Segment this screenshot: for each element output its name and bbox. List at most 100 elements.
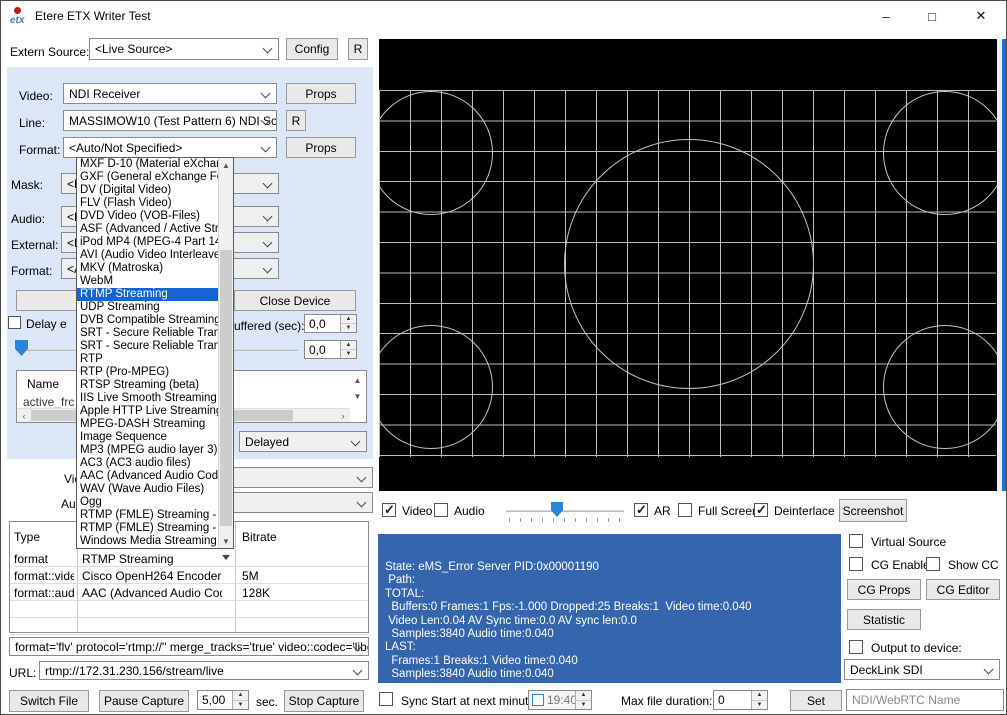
- refresh-extern-button[interactable]: R: [348, 38, 368, 60]
- cell-dropdown-icon[interactable]: [222, 555, 230, 560]
- output-to-device-checkbox[interactable]: [849, 640, 863, 654]
- config-button[interactable]: Config: [286, 38, 338, 60]
- scroll-left-icon[interactable]: ‹: [17, 409, 31, 422]
- dropdown-item[interactable]: MKV (Matroska): [77, 262, 218, 275]
- table-cell[interactable]: AAC (Advanced Audio Coding): [82, 586, 222, 600]
- volume-slider-thumb[interactable]: [551, 502, 563, 517]
- scroll-up-icon[interactable]: ▲: [219, 158, 233, 172]
- table-row[interactable]: format::audio AAC (Advanced Audio Coding)…: [10, 584, 368, 601]
- spin-up-icon[interactable]: ▲: [341, 341, 356, 350]
- pause-capture-button[interactable]: Pause Capture: [99, 690, 189, 712]
- scroll-right-icon[interactable]: ›: [336, 409, 350, 422]
- spinner-buttons[interactable]: ▲▼: [340, 315, 356, 332]
- dropdown-item[interactable]: MXF D-10 (Material eXchang: [77, 158, 218, 171]
- dropdown-item[interactable]: AAC (Advanced Audio Code: [77, 470, 218, 483]
- cg-enabled-checkbox[interactable]: [849, 557, 863, 571]
- table-row-empty[interactable]: [10, 618, 368, 635]
- spin-down-icon[interactable]: ▼: [341, 350, 356, 358]
- dropdown-item[interactable]: Ogg: [77, 496, 218, 509]
- format-string-select[interactable]: format='flv' protocol='rtmp://'' merge_t…: [9, 637, 369, 656]
- ar-checkbox[interactable]: [634, 503, 648, 517]
- dropdown-item[interactable]: RTP (Pro-MPEG): [77, 366, 218, 379]
- dropdown-item[interactable]: FLV (Flash Video): [77, 197, 218, 210]
- refresh-line-button[interactable]: R: [286, 110, 306, 131]
- dropdown-item[interactable]: MPEG-DASH Streaming: [77, 418, 218, 431]
- table-row[interactable]: format::video Cisco OpenH264 Encoder 5M: [10, 567, 368, 584]
- table-cell[interactable]: RTMP Streaming: [82, 552, 222, 566]
- dropdown-item[interactable]: RTP: [77, 353, 218, 366]
- dropdown-item[interactable]: iPod MP4 (MPEG-4 Part 14): [77, 236, 218, 249]
- table-cell[interactable]: format::video: [14, 569, 74, 583]
- video-checkbox[interactable]: [382, 503, 396, 517]
- video-source-select[interactable]: NDI Receiver: [63, 83, 277, 104]
- delayed-mode-select[interactable]: Delayed: [239, 431, 367, 452]
- line-select[interactable]: MASSIMOW10 (Test Pattern 6) NDI Sou: [63, 110, 277, 131]
- format-select[interactable]: <Auto/Not Specified>: [63, 137, 277, 158]
- spin-up-icon[interactable]: ▲: [752, 691, 767, 701]
- spinner-buttons[interactable]: ▲▼: [751, 691, 767, 709]
- minimize-button[interactable]: –: [863, 1, 909, 31]
- dropdown-item[interactable]: DV (Digital Video): [77, 184, 218, 197]
- dropdown-item[interactable]: UDP Streaming: [77, 301, 218, 314]
- audio-checkbox[interactable]: [434, 503, 448, 517]
- scroll-down-icon[interactable]: ▼: [219, 534, 233, 548]
- table-cell[interactable]: Cisco OpenH264 Encoder: [82, 569, 222, 583]
- spinner-buttons[interactable]: ▲▼: [232, 691, 248, 709]
- delay-checkbox[interactable]: [8, 316, 21, 329]
- show-cc-checkbox[interactable]: [926, 557, 940, 571]
- table-row[interactable]: format RTMP Streaming: [10, 550, 368, 567]
- close-button[interactable]: ✕: [955, 1, 1007, 31]
- table-cell[interactable]: 5M: [242, 569, 302, 583]
- time-checkbox[interactable]: [532, 694, 544, 706]
- dropdown-item[interactable]: SRT - Secure Reliable Trans: [77, 327, 218, 340]
- dropdown-item[interactable]: Windows Media Streaming: [77, 535, 218, 548]
- name-list-row[interactable]: active_frc: [23, 395, 74, 409]
- spinner-buttons[interactable]: ▲▼: [340, 341, 356, 358]
- dropdown-item[interactable]: AVI (Audio Video Interleaved: [77, 249, 218, 262]
- switch-file-button[interactable]: Switch File: [9, 690, 89, 712]
- set-button[interactable]: Set: [790, 690, 842, 711]
- virtual-source-checkbox[interactable]: [849, 534, 863, 548]
- max-duration-spinner[interactable]: 0 ▲▼: [713, 690, 768, 710]
- dropdown-item[interactable]: RTMP Streaming: [77, 288, 218, 301]
- scroll-down-icon[interactable]: ▼: [350, 389, 365, 404]
- screenshot-button[interactable]: Screenshot: [839, 499, 907, 522]
- dropdown-item[interactable]: WebM: [77, 275, 218, 288]
- sync-start-checkbox[interactable]: [379, 692, 393, 706]
- dropdown-item[interactable]: IIS Live Smooth Streaming: [77, 392, 218, 405]
- spin-up-icon[interactable]: ▲: [233, 691, 248, 701]
- buffered-spinner-2[interactable]: 0,0 ▲▼: [304, 340, 357, 359]
- time-picker[interactable]: 19:40:4 ▲▼: [528, 690, 592, 710]
- spin-up-icon[interactable]: ▲: [341, 315, 356, 324]
- format-dropdown-list[interactable]: MXF D-10 (Material eXchangGXF (General e…: [76, 157, 234, 549]
- table-cell[interactable]: format::audio: [14, 586, 74, 600]
- spin-down-icon[interactable]: ▼: [576, 701, 591, 710]
- spin-up-icon[interactable]: ▲: [576, 691, 591, 701]
- statistic-button[interactable]: Statistic: [847, 609, 921, 630]
- cg-props-button[interactable]: CG Props: [847, 579, 921, 600]
- dropdown-item[interactable]: RTMP (FMLE) Streaming - VI: [77, 522, 218, 535]
- dropdown-item[interactable]: ASF (Advanced / Active Stre: [77, 223, 218, 236]
- stop-capture-button[interactable]: Stop Capture: [284, 690, 364, 712]
- dropdown-item[interactable]: DVD Video (VOB-Files): [77, 210, 218, 223]
- deinterlace-checkbox[interactable]: [754, 503, 768, 517]
- dropdown-item[interactable]: AC3 (AC3 audio files): [77, 457, 218, 470]
- table-cell[interactable]: format: [14, 552, 74, 566]
- buffered-spinner[interactable]: 0,0 ▲▼: [304, 314, 357, 333]
- spin-down-icon[interactable]: ▼: [233, 701, 248, 710]
- fullscreen-checkbox[interactable]: [678, 503, 692, 517]
- spin-down-icon[interactable]: ▼: [752, 701, 767, 710]
- dropdown-item[interactable]: SRT - Secure Reliable Trans: [77, 340, 218, 353]
- format-props-button[interactable]: Props: [286, 137, 356, 158]
- dropdown-item[interactable]: DVB Compatible Streaming: [77, 314, 218, 327]
- dropdown-item[interactable]: Image Sequence: [77, 431, 218, 444]
- table-row-empty[interactable]: [10, 601, 368, 618]
- dropdown-item[interactable]: RTSP Streaming (beta): [77, 379, 218, 392]
- scrollbar-thumb[interactable]: [220, 250, 232, 526]
- extern-source-select[interactable]: <Live Source>: [89, 38, 279, 60]
- table-cell[interactable]: 128K: [242, 586, 302, 600]
- cg-editor-button[interactable]: CG Editor: [926, 579, 1000, 600]
- dropdown-item[interactable]: Apple HTTP Live Streaming: [77, 405, 218, 418]
- dropdown-item[interactable]: GXF (General eXchange For: [77, 171, 218, 184]
- maximize-button[interactable]: □: [909, 1, 955, 31]
